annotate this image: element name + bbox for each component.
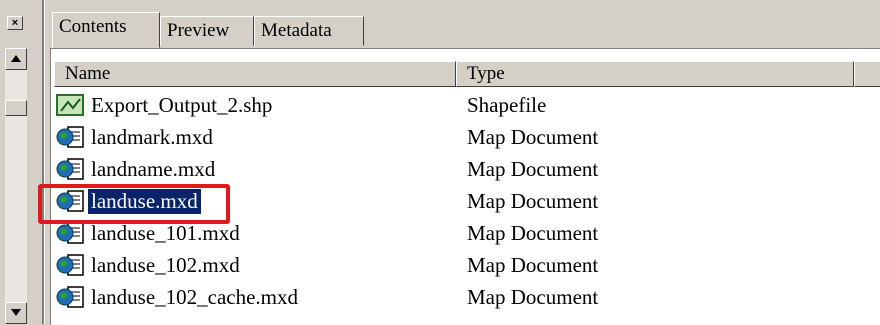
item-type: Shapefile: [467, 93, 547, 117]
close-button[interactable]: ×: [7, 16, 23, 30]
list-item[interactable]: landuse_102.mxd Map Document: [51, 249, 880, 281]
list-item[interactable]: Export_Output_2.shp Shapefile: [51, 89, 880, 121]
item-name: landuse_102.mxd: [91, 252, 240, 277]
map-document-icon: [56, 285, 86, 309]
scroll-up-button[interactable]: [5, 48, 27, 70]
item-type: Map Document: [467, 157, 599, 181]
file-list-view[interactable]: Name Type Export_Output_2.shp Shapefile: [50, 48, 880, 325]
tab-preview[interactable]: Preview: [160, 16, 254, 46]
column-header-type[interactable]: Type: [456, 61, 854, 87]
arrow-down-icon: [11, 309, 21, 316]
scrollbar-thumb[interactable]: [5, 100, 27, 116]
panel-divider[interactable]: [42, 0, 45, 324]
list-item[interactable]: landname.mxd Map Document: [51, 153, 880, 185]
item-name: landuse_102_cache.mxd: [91, 284, 299, 309]
scroll-down-button[interactable]: [5, 302, 27, 324]
column-header-name[interactable]: Name: [54, 61, 456, 87]
item-name: landuse.mxd: [88, 188, 201, 214]
item-type: Map Document: [467, 189, 599, 213]
item-name: Export_Output_2.shp: [91, 92, 273, 117]
tab-contents[interactable]: Contents: [52, 12, 160, 48]
item-type: Map Document: [467, 221, 599, 245]
shapefile-icon: [56, 93, 86, 117]
list-item-selected[interactable]: landuse.mxd Map Document: [51, 185, 880, 217]
item-name: landname.mxd: [91, 156, 216, 181]
item-name: landmark.mxd: [91, 124, 213, 149]
list-item[interactable]: landmark.mxd Map Document: [51, 121, 880, 153]
column-header-filler: [854, 61, 880, 87]
item-type: Map Document: [467, 285, 599, 309]
map-document-icon: [56, 157, 86, 181]
left-panel-strip: ×: [0, 0, 40, 324]
vertical-scrollbar[interactable]: [5, 48, 27, 324]
item-name: landuse_101.mxd: [91, 220, 240, 245]
item-type: Map Document: [467, 125, 599, 149]
map-document-icon: [56, 189, 86, 213]
map-document-icon: [56, 221, 86, 245]
list-item[interactable]: landuse_101.mxd Map Document: [51, 217, 880, 249]
item-type: Map Document: [467, 253, 599, 277]
map-document-icon: [56, 253, 86, 277]
arrow-up-icon: [11, 55, 21, 62]
tab-metadata[interactable]: Metadata: [254, 16, 364, 46]
map-document-icon: [56, 125, 86, 149]
list-item[interactable]: landuse_102_cache.mxd Map Document: [51, 281, 880, 313]
